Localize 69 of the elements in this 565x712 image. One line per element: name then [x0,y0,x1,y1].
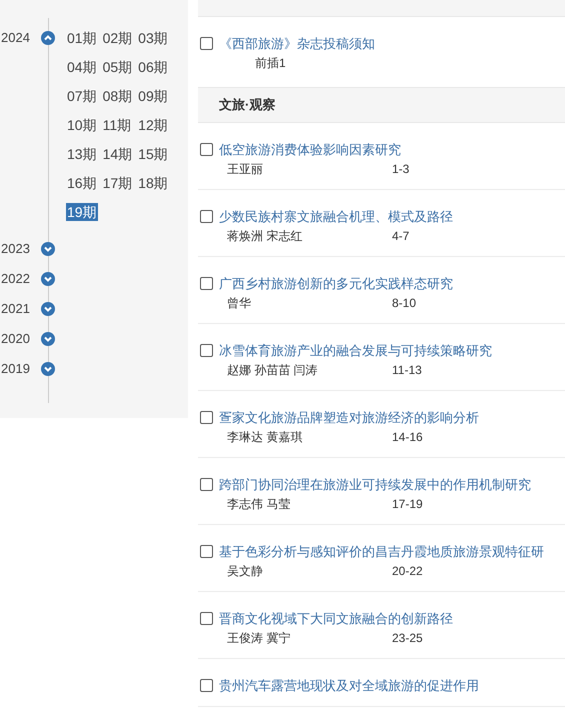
collapse-icon[interactable] [41,31,55,45]
issue-link[interactable]: 01期 [66,29,98,47]
article-title-link[interactable]: 少数民族村寨文旅融合机理、模式及路径 [219,208,453,225]
year-label[interactable]: 2021 [1,301,32,317]
issue-link[interactable]: 11期 [102,116,134,134]
page-range: 11-13 [392,363,422,378]
issue-link[interactable]: 14期 [102,145,134,163]
author-names: 曾华 [227,296,252,311]
page-range: 1-3 [392,162,410,177]
article-title-link[interactable]: 冰雪体育旅游产业的融合发展与可持续策略研究 [219,342,492,359]
checkbox[interactable] [200,545,213,558]
issue-link[interactable]: 04期 [66,58,98,76]
issue-link[interactable]: 12期 [137,116,169,134]
issue-link[interactable]: 02期 [102,29,134,47]
issue-link[interactable]: 05期 [102,58,134,76]
checkbox[interactable] [200,277,213,290]
article-title-link[interactable]: 低空旅游消费体验影响因素研究 [219,141,401,158]
issue-link[interactable]: 16期 [66,174,98,192]
article-title-link[interactable]: 基于色彩分析与感知评价的昌吉丹霞地质旅游景观特征研 [219,543,544,560]
page-range: 4-7 [392,229,410,244]
issue-link[interactable]: 17期 [102,174,134,192]
checkbox[interactable] [200,37,213,50]
author-names: 李琳达 黄嘉琪 [227,430,304,445]
page-range: 20-22 [392,564,423,579]
expand-icon[interactable] [41,302,55,316]
checkbox[interactable] [200,210,213,223]
expand-icon[interactable] [41,242,55,256]
author-names: 蒋焕洲 宋志红 [227,229,304,244]
issue-link[interactable]: 09期 [137,87,169,105]
page-range: 14-16 [392,430,423,445]
checkbox[interactable] [200,478,213,491]
article-title-link[interactable]: 疍家文化旅游品牌塑造对旅游经济的影响分析 [219,409,479,426]
article-title-link[interactable]: 广西乡村旅游创新的多元化实践样态研究 [219,275,453,292]
expand-icon[interactable] [41,272,55,286]
article-title-link[interactable]: 晋商文化视域下大同文旅融合的创新路径 [219,610,453,627]
checkbox[interactable] [200,411,213,424]
author-names: 赵娜 孙苗苗 闫涛 [227,363,319,378]
issue-link[interactable]: 07期 [66,87,98,105]
expand-icon[interactable] [41,332,55,346]
page-range: 17-19 [392,497,423,512]
expand-icon[interactable] [41,362,55,376]
author-names: 王俊涛 冀宁 [227,631,292,646]
page-range: 8-10 [392,296,416,311]
page-range: 前插1 [255,56,286,71]
year-label[interactable]: 2019 [1,361,32,377]
checkbox[interactable] [200,143,213,156]
year-label[interactable]: 2020 [1,331,32,347]
year-label[interactable]: 2022 [1,271,32,287]
author-names: 李志伟 马莹 [227,497,292,512]
article-title-link[interactable]: 跨部门协同治理在旅游业可持续发展中的作用机制研究 [219,476,531,493]
article-title-link[interactable]: 贵州汽车露营地现状及对全域旅游的促进作用 [219,677,479,694]
year-label[interactable]: 2023 [1,241,32,257]
issue-link[interactable]: 08期 [102,87,134,105]
checkbox[interactable] [200,612,213,625]
author-names: 吴文静 [227,564,264,579]
issue-link[interactable]: 13期 [66,145,98,163]
issue-link[interactable]: 10期 [66,116,98,134]
issue-link[interactable]: 15期 [137,145,169,163]
section-heading: 文旅·观察 [198,87,565,123]
checkbox[interactable] [200,679,213,692]
checkbox[interactable] [200,344,213,357]
issue-link[interactable]: 19期 [66,203,98,221]
year-label[interactable]: 2024 [1,30,32,46]
author-names: 王亚丽 [227,162,264,177]
article-title-link[interactable]: 《西部旅游》杂志投稿须知 [219,35,375,52]
issue-link[interactable]: 03期 [137,29,169,47]
issue-link[interactable]: 06期 [137,58,169,76]
issue-link[interactable]: 18期 [137,174,169,192]
page-range: 23-25 [392,631,423,646]
